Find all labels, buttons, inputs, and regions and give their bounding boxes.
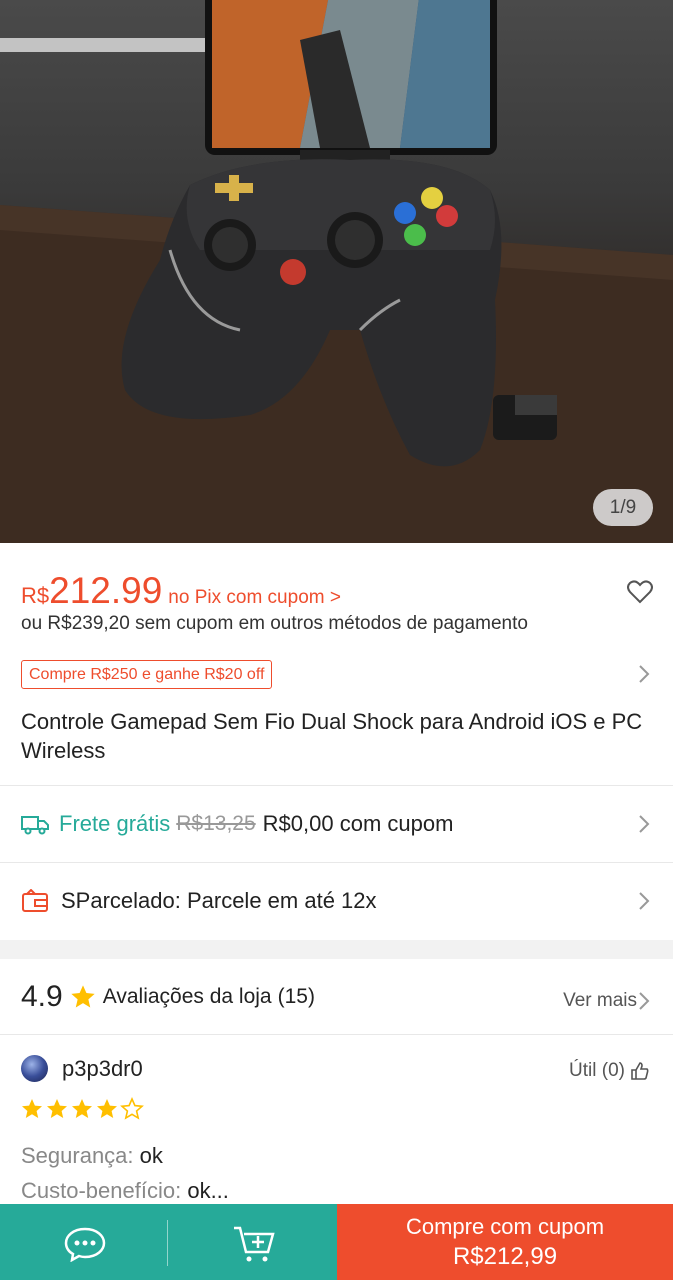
section-gap (0, 940, 673, 959)
truck-icon (21, 816, 49, 835)
star-filled-icon (97, 1099, 117, 1118)
see-more-link[interactable]: Ver mais (563, 990, 637, 1012)
divider (0, 1034, 673, 1035)
alt-price-text: ou R$239,20 sem cupom em outros métodos … (21, 613, 528, 634)
shipping-row[interactable]: Frete grátis R$13,25 R$0,00 com cupom (0, 786, 673, 862)
price-row: R$ 212.99 no Pix com cupom > (21, 570, 341, 612)
buy-with-coupon-button[interactable]: Compre com cupom R$212,99 (337, 1204, 673, 1280)
shipping-coupon-price: R$0,00 com cupom (262, 811, 454, 836)
review-line-value-for-money: Custo-benefício: ok... (21, 1178, 229, 1204)
old-shipping-price: R$13,25 (176, 812, 256, 835)
review-stars (20, 1097, 144, 1121)
heart-icon[interactable] (627, 580, 653, 604)
star-icon (71, 985, 95, 1008)
buy-button-label: Compre com cupom (405, 1214, 605, 1239)
price-amount: 212.99 (49, 570, 163, 611)
chat-icon[interactable] (63, 1226, 107, 1262)
gamepad-illustration (0, 0, 673, 543)
chevron-right-icon[interactable] (638, 664, 650, 684)
review-line-key: Segurança: (21, 1143, 134, 1168)
product-image[interactable]: 1/9 (0, 0, 673, 543)
image-counter: 1/9 (593, 489, 653, 526)
pix-coupon-link[interactable]: no Pix com cupom > (168, 587, 341, 609)
store-rating-label: Avaliações da loja (102, 985, 272, 1008)
product-title: Controle Gamepad Sem Fio Dual Shock para… (21, 709, 643, 763)
avatar (21, 1055, 48, 1082)
chevron-right-icon[interactable] (638, 991, 650, 1011)
bar-separator (167, 1220, 168, 1266)
installments-row[interactable]: SParcelado: Parcele em até 12x (0, 863, 673, 939)
bottom-bar-left (0, 1204, 337, 1280)
chevron-right-icon[interactable] (638, 891, 650, 911)
free-shipping-label: Frete grátis (59, 811, 171, 836)
star-filled-icon (47, 1099, 67, 1118)
voucher-badge[interactable]: Compre R$250 e ganhe R$20 off (21, 660, 273, 689)
rating-score: 4.9 (21, 980, 63, 1013)
review-line-key: Custo-benefício: (21, 1178, 182, 1203)
price-currency: R$ (21, 583, 50, 608)
add-to-cart-icon[interactable] (232, 1224, 276, 1264)
store-rating-count: (15) (277, 985, 315, 1008)
thumbs-up-icon[interactable] (630, 1061, 650, 1081)
review-line-value: ok... (187, 1178, 229, 1203)
installment-card-icon (22, 889, 48, 912)
star-empty-icon (120, 1097, 144, 1120)
star-filled-icon (72, 1099, 92, 1118)
review-line-value: ok (139, 1143, 163, 1168)
bottom-action-bar: Compre com cupom R$212,99 (0, 1204, 673, 1280)
chevron-right-icon[interactable] (638, 814, 650, 834)
buy-button-price: R$212,99 (452, 1243, 558, 1270)
helpful-button[interactable]: Útil (0) (569, 1060, 625, 1082)
review-line-security: Segurança: ok (21, 1143, 163, 1169)
review-username: p3p3dr0 (62, 1056, 143, 1081)
installments-label: SParcelado: Parcele em até 12x (61, 888, 377, 913)
star-filled-icon (22, 1099, 42, 1118)
